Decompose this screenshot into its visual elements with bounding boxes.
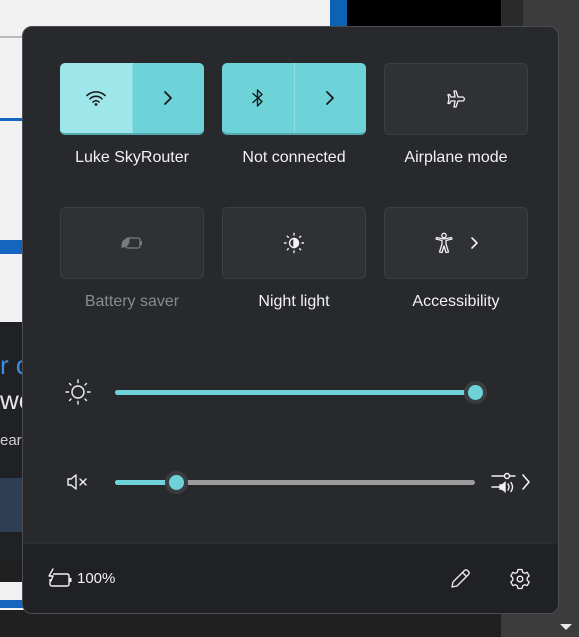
sound-mixer-icon [491,471,517,493]
battery-charging-icon [47,568,73,588]
night-light-toggle[interactable] [222,207,366,279]
scroll-down-arrow-icon[interactable] [560,624,572,630]
wifi-tile: Luke SkyRouter [60,63,204,167]
volume-slider-track[interactable] [115,471,475,494]
pencil-icon [449,568,471,590]
volume-slider-row [63,467,533,497]
battery-saver-icon [120,235,144,251]
wifi-label: Luke SkyRouter [75,149,189,166]
chevron-right-icon [521,473,531,491]
sound-output-button[interactable] [491,467,535,497]
wifi-networks-button[interactable] [131,63,204,133]
airplane-mode-label: Airplane mode [404,149,508,166]
background-accent-bar [330,0,347,26]
airplane-mode-tile: Airplane mode [384,63,528,167]
accessibility-tile: Accessibility [384,207,528,311]
accessibility-button[interactable] [384,207,528,279]
brightness-slider-row [63,377,533,407]
airplane-mode-toggle[interactable] [384,63,528,135]
battery-saver-toggle[interactable] [60,207,204,279]
chevron-right-icon [470,236,479,250]
bluetooth-devices-button[interactable] [293,63,366,133]
bluetooth-tile: Not connected [222,63,366,167]
wifi-icon [85,89,107,107]
background-black-region [347,0,501,26]
wifi-toggle[interactable] [60,63,204,135]
airplane-icon [445,89,467,109]
quick-settings-footer: 100% [23,543,558,613]
battery-saver-tile: Battery saver [60,207,204,311]
night-light-icon [283,232,305,254]
bluetooth-toggle[interactable] [222,63,366,135]
night-light-label: Night light [258,293,330,310]
brightness-slider-fill [115,390,475,395]
wifi-toggle-button[interactable] [60,63,132,133]
battery-status-button[interactable]: 100% [47,568,115,588]
night-light-tile: Night light [222,207,366,311]
battery-saver-label: Battery saver [84,293,180,310]
chevron-right-icon [163,90,173,106]
bluetooth-icon [251,88,265,108]
brightness-slider-track[interactable] [115,381,487,404]
volume-slider-thumb[interactable] [164,471,188,494]
accessibility-label: Accessibility [412,293,500,310]
accessibility-icon [434,232,454,254]
bluetooth-toggle-button[interactable] [222,63,294,133]
all-settings-button[interactable] [505,564,535,594]
gear-icon [509,568,531,590]
chevron-right-icon [325,90,335,106]
quick-settings-flyout: Luke SkyRouter Not connected Airplane mo… [22,26,559,614]
speaker-muted-icon[interactable] [63,469,93,495]
bluetooth-label: Not connected [242,149,346,166]
battery-percentage: 100% [77,569,116,587]
brightness-icon [63,379,93,405]
edit-quick-settings-button[interactable] [445,564,475,594]
brightness-slider-thumb[interactable] [463,381,487,404]
